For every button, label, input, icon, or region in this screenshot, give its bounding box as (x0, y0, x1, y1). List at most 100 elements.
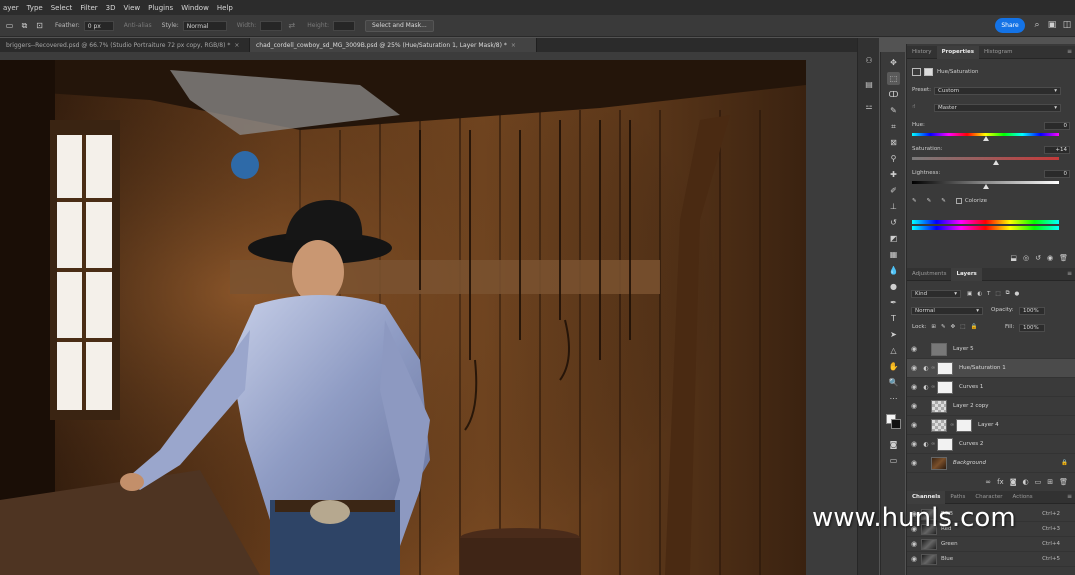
type-tool-icon[interactable]: T (887, 312, 900, 325)
eye-icon[interactable]: ◉ (907, 459, 921, 467)
hue-slider-thumb[interactable] (983, 136, 989, 141)
height-input[interactable] (333, 20, 356, 31)
fill-input[interactable]: 100% (1019, 324, 1045, 332)
channel-row[interactable]: ◉ Blue Ctrl+5 (907, 552, 1075, 567)
zoom-tool-icon[interactable]: 🔍 (887, 376, 900, 389)
filter-toggle-icon[interactable]: ● (1015, 291, 1020, 297)
lightness-value[interactable]: 0 (1044, 170, 1070, 178)
path-select-tool-icon[interactable]: ➤ (887, 328, 900, 341)
anti-alias-checkbox[interactable]: Anti-alias (124, 22, 152, 29)
lock-artboard-icon[interactable]: ⬚ (960, 324, 965, 330)
layer-mask-thumbnail[interactable] (937, 437, 953, 451)
move-tool-icon[interactable]: ✥ (887, 56, 900, 69)
link-icon[interactable]: ∞ (931, 441, 936, 447)
menu-plugins[interactable]: Plugins (145, 4, 176, 12)
eye-icon[interactable]: ◉ (907, 540, 921, 548)
eye-icon[interactable]: ◉ (907, 440, 921, 448)
tab-channels[interactable]: Channels (907, 490, 946, 504)
layer-row[interactable]: ◉ Background 🔒 (907, 454, 1075, 473)
style-select[interactable]: Normal (182, 20, 227, 31)
feather-input[interactable]: 0 px (83, 20, 114, 31)
layer-mask-thumbnail[interactable] (937, 380, 953, 394)
view-previous-icon[interactable]: ◎ (1023, 254, 1029, 262)
tab-document-1[interactable]: briggers--Recovered.psd @ 66.7% (Studio … (0, 38, 250, 52)
eye-icon[interactable]: ◉ (907, 555, 921, 563)
mask-icon[interactable] (924, 68, 933, 76)
layer-row[interactable]: ◉ ◐ ∞ Hue/Saturation 1 (907, 359, 1075, 378)
tab-paths[interactable]: Paths (945, 491, 970, 504)
layer-row[interactable]: ◉ ◐ ∞ Curves 2 (907, 435, 1075, 454)
link-icon[interactable]: ∞ (950, 422, 955, 428)
layer-row[interactable]: ◉ Layer 5 (907, 340, 1075, 359)
canvas-area[interactable] (0, 52, 857, 575)
search-icon[interactable]: ⌕ (1031, 19, 1043, 31)
filter-smart-icon[interactable]: ⧉ (1006, 290, 1010, 297)
select-and-mask-button[interactable]: Select and Mask... (365, 19, 434, 32)
eye-icon[interactable]: ◉ (907, 383, 921, 391)
new-layer-icon[interactable]: ⊞ (1047, 478, 1053, 486)
frame-tool-icon[interactable]: ⊠ (887, 136, 900, 149)
reset-icon[interactable]: ↺ (1035, 254, 1041, 262)
marquee-tool-icon[interactable]: ⬚ (887, 72, 900, 85)
menu-window[interactable]: Window (178, 4, 212, 12)
filter-shape-icon[interactable]: ⬚ (995, 291, 1000, 297)
lock-pixels-icon[interactable]: ✎ (941, 324, 946, 330)
people-icon[interactable]: ⚇ (863, 54, 875, 66)
tab-document-2[interactable]: chad_cordell_cowboy_sd_MG_3009B.psd @ 25… (250, 38, 537, 52)
crop-tool-icon[interactable]: ⌗ (887, 120, 900, 133)
tab-character[interactable]: Character (970, 491, 1007, 504)
eye-icon[interactable]: ◉ (907, 364, 921, 372)
lasso-tool-icon[interactable]: ↀ (887, 88, 900, 101)
preset-select[interactable]: Custom ▾ (934, 87, 1061, 95)
layer-row[interactable]: ◉ Layer 2 copy (907, 397, 1075, 416)
eye-icon[interactable]: ◉ (907, 345, 921, 353)
layer-row[interactable]: ◉ ◐ ∞ Curves 1 (907, 378, 1075, 397)
tab-actions[interactable]: Actions (1008, 491, 1038, 504)
tab-histogram[interactable]: Histogram (979, 46, 1018, 59)
workspace-icon[interactable]: ▣ (1046, 19, 1058, 31)
stamp-tool-icon[interactable]: ⊥ (887, 200, 900, 213)
healing-tool-icon[interactable]: ✚ (887, 168, 900, 181)
dodge-tool-icon[interactable]: ● (887, 280, 900, 293)
lock-transparency-icon[interactable]: ⊞ (931, 324, 936, 330)
saturation-slider-track[interactable] (912, 157, 1059, 160)
new-selection-icon[interactable]: ▭ (4, 20, 15, 31)
brush-tool-icon[interactable]: ✐ (887, 184, 900, 197)
screen-mode-icon[interactable]: ▭ (887, 454, 900, 467)
link-icon[interactable]: ∞ (931, 384, 936, 390)
eye-icon[interactable]: ◉ (907, 421, 921, 429)
tab-properties[interactable]: Properties (936, 45, 979, 59)
eyedropper-plus-icon[interactable]: ✎ (927, 198, 932, 204)
eyedropper-minus-icon[interactable]: ✎ (941, 198, 946, 204)
libraries-icon[interactable]: ▤ (863, 78, 875, 90)
saturation-slider-thumb[interactable] (993, 160, 999, 165)
background-color-swatch[interactable] (891, 419, 901, 429)
document-image[interactable] (0, 60, 806, 575)
menu-view[interactable]: View (121, 4, 144, 12)
lightness-slider-thumb[interactable] (983, 184, 989, 189)
hue-value[interactable]: 0 (1044, 122, 1070, 130)
layer-row[interactable]: ◉ ∞ Layer 4 (907, 416, 1075, 435)
layer-mask-thumbnail[interactable] (937, 361, 953, 375)
menu-type[interactable]: Type (24, 4, 46, 12)
blur-tool-icon[interactable]: 💧 (887, 264, 900, 277)
trash-icon[interactable]: 🗑 (1059, 254, 1068, 262)
eye-icon[interactable]: ◉ (907, 402, 921, 410)
history-brush-tool-icon[interactable]: ↺ (887, 216, 900, 229)
add-mask-icon[interactable]: ◙ (1010, 478, 1017, 486)
intersect-selection-icon[interactable]: ⊡ (34, 20, 45, 31)
hand-tool-icon[interactable]: ✋ (887, 360, 900, 373)
filter-pixel-icon[interactable]: ▣ (967, 291, 972, 297)
panel-menu-icon[interactable]: ≡ (1067, 493, 1072, 500)
more-tools-icon[interactable]: ⋯ (887, 392, 900, 405)
link-icon[interactable]: ∞ (931, 365, 936, 371)
visibility-icon[interactable]: ◉ (1047, 254, 1053, 262)
tab-layers[interactable]: Layers (951, 267, 982, 281)
lock-all-icon[interactable]: 🔒 (970, 324, 977, 330)
menu-3d[interactable]: 3D (103, 4, 119, 12)
eyedropper-tool-icon[interactable]: ⚲ (887, 152, 900, 165)
layer-filter-select[interactable]: Kind ▾ (911, 290, 961, 298)
swap-icon[interactable]: ⇄ (286, 20, 297, 31)
menu-layer[interactable]: ayer (0, 4, 22, 12)
panel-menu-icon[interactable]: ≡ (1067, 48, 1072, 55)
